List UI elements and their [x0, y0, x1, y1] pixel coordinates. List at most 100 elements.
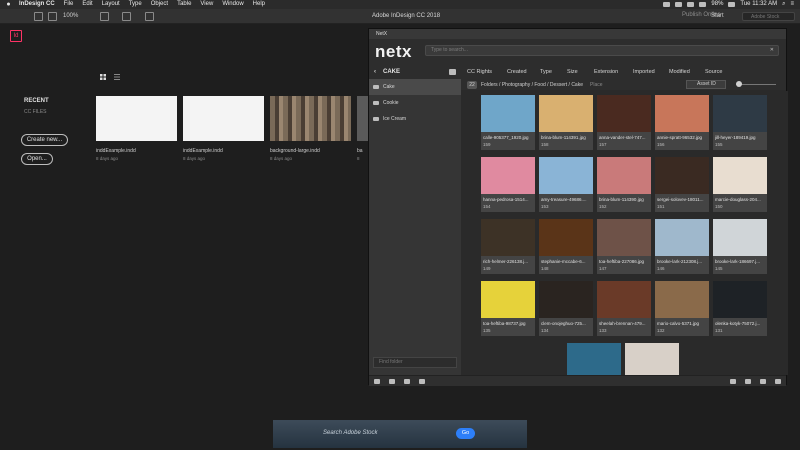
go-button[interactable]: Go [456, 428, 475, 439]
filter-extension[interactable]: Extension [594, 65, 618, 79]
clear-search-icon[interactable]: ✕ [770, 46, 774, 55]
asset-card[interactable]: calle-905377_1920.jpg 159 [481, 95, 535, 150]
recent-file-card[interactable]: inddExample.indd 8 days ago [96, 96, 177, 161]
asset-thumbnail[interactable] [655, 95, 709, 132]
battery-percent[interactable]: 98% [711, 0, 723, 9]
tray-icon[interactable] [663, 2, 671, 7]
share-icon[interactable] [419, 379, 425, 384]
menu-table[interactable]: Table [177, 0, 191, 9]
asset-card[interactable]: marcie-douglass-204... 150 [713, 157, 767, 212]
asset-card[interactable]: toa-heftiba-98737.jpg 135 [481, 281, 535, 336]
grid-view-icon[interactable] [100, 74, 106, 80]
recent-label[interactable]: RECENT [24, 98, 49, 104]
filter-created[interactable]: Created [507, 65, 527, 79]
asset-thumbnail[interactable] [539, 281, 593, 318]
place-button[interactable]: Place [590, 79, 603, 91]
arrange-icon[interactable] [145, 12, 154, 21]
asset-card[interactable]: anna-vander-stel-747... 157 [597, 95, 651, 150]
upload-icon[interactable] [745, 379, 751, 384]
menu-edit[interactable]: Edit [82, 0, 92, 9]
apple-icon[interactable]: ● [4, 0, 13, 9]
asset-thumbnail[interactable] [655, 219, 709, 256]
asset-card[interactable]: sergei-solovev-18011... 151 [655, 157, 709, 212]
spotlight-icon[interactable]: ⌕ [782, 0, 785, 9]
asset-thumbnail[interactable] [597, 95, 651, 132]
tray-icon[interactable] [687, 2, 695, 7]
screen-mode-icon[interactable] [122, 12, 131, 21]
settings-icon[interactable] [760, 379, 766, 384]
recent-file-card[interactable]: background-large.indd 8 days ago [270, 96, 351, 161]
asset-thumbnail[interactable] [713, 157, 767, 194]
search-icon[interactable] [389, 379, 395, 384]
asset-thumbnail[interactable] [539, 219, 593, 256]
asset-card[interactable]: olenka-kotyk-75072.j... 131 [713, 281, 767, 336]
create-new-button[interactable]: Create new... [21, 134, 68, 146]
file-thumbnail[interactable] [96, 96, 177, 141]
asset-card[interactable]: stephanie-mccabe-6... 148 [539, 219, 593, 274]
asset-thumbnail[interactable] [481, 95, 535, 132]
menu-layout[interactable]: Layout [102, 0, 120, 9]
netx-search-input[interactable]: Type to search... ✕ [425, 45, 779, 56]
asset-card[interactable]: clem-onojeghuo-725... 134 [539, 281, 593, 336]
filter-source[interactable]: Source [705, 65, 722, 79]
stock-search-input[interactable]: Adobe Stock [742, 12, 795, 21]
bridge-icon[interactable] [34, 12, 43, 21]
asset-card[interactable]: brooke-lark-212308.j... 146 [655, 219, 709, 274]
menu-file[interactable]: File [64, 0, 74, 9]
layout-icon[interactable] [48, 12, 57, 21]
file-thumbnail[interactable] [270, 96, 351, 141]
asset-thumbnail[interactable] [655, 157, 709, 194]
asset-card[interactable]: brooke-lark-186697.j... 145 [713, 219, 767, 274]
asset-thumbnail[interactable] [539, 95, 593, 132]
sidebar-item-cookie[interactable]: Cookie [369, 95, 461, 111]
asset-card[interactable]: sheelah-brennan-479... 133 [597, 281, 651, 336]
filter-imported[interactable]: Imported [633, 65, 655, 79]
find-folder-input[interactable]: Find folder [373, 357, 457, 368]
asset-card[interactable] [567, 343, 621, 375]
zoom-level[interactable]: 100% [63, 13, 78, 19]
sidebar-item-ice-cream[interactable]: Ice Cream [369, 111, 461, 127]
asset-card[interactable]: annie-spratt-96532.jpg 156 [655, 95, 709, 150]
tray-icon[interactable] [675, 2, 683, 7]
asset-thumbnail[interactable] [567, 343, 621, 375]
back-chevron-icon[interactable]: ‹ [374, 65, 376, 79]
menu-app-name[interactable]: InDesign CC [19, 0, 55, 9]
menu-help[interactable]: Help [253, 0, 265, 9]
clock[interactable]: Tue 11:32 AM [740, 0, 777, 9]
menu-list-icon[interactable]: ≡ [790, 0, 794, 9]
filter-size[interactable]: Size [567, 65, 578, 79]
menu-type[interactable]: Type [129, 0, 142, 9]
filter-modified[interactable]: Modified [669, 65, 690, 79]
stock-search-input[interactable]: Search Adobe Stock [323, 430, 377, 436]
asset-card[interactable]: rich-helmer-226138.j... 149 [481, 219, 535, 274]
filter-cc-rights[interactable]: CC Rights [467, 65, 492, 79]
asset-thumbnail[interactable] [713, 281, 767, 318]
asset-thumbnail[interactable] [539, 157, 593, 194]
workspace-switcher[interactable]: Start [711, 13, 724, 19]
power-icon[interactable] [775, 379, 781, 384]
menu-window[interactable]: Window [222, 0, 243, 9]
filter-type[interactable]: Type [540, 65, 552, 79]
battery-icon[interactable] [728, 2, 736, 7]
asset-thumbnail[interactable] [713, 219, 767, 256]
asset-thumbnail[interactable] [597, 281, 651, 318]
asset-thumbnail[interactable] [655, 281, 709, 318]
tray-icon[interactable] [404, 379, 410, 384]
file-thumbnail[interactable] [357, 96, 368, 141]
asset-thumbnail[interactable] [481, 157, 535, 194]
asset-card[interactable]: brina-blum-114391.jpg 158 [539, 95, 593, 150]
menu-object[interactable]: Object [151, 0, 168, 9]
file-thumbnail[interactable] [183, 96, 264, 141]
folder-icon[interactable] [374, 379, 380, 384]
recent-file-card[interactable]: inddExample.indd 8 days ago [183, 96, 264, 161]
asset-card[interactable]: toa-heftiba-227086.jpg 147 [597, 219, 651, 274]
view-options-icon[interactable] [100, 12, 109, 21]
asset-card[interactable]: brina-blum-114390.jpg 152 [597, 157, 651, 212]
list-view-icon[interactable] [114, 74, 120, 80]
thumbnail-size-slider[interactable] [736, 81, 776, 87]
add-folder-icon[interactable] [449, 69, 456, 75]
breadcrumb[interactable]: Folders / Photography / Food / Dessert /… [481, 79, 583, 91]
asset-card[interactable] [625, 343, 679, 375]
menu-view[interactable]: View [200, 0, 213, 9]
asset-card[interactable]: jill-heyer-189419.jpg 155 [713, 95, 767, 150]
